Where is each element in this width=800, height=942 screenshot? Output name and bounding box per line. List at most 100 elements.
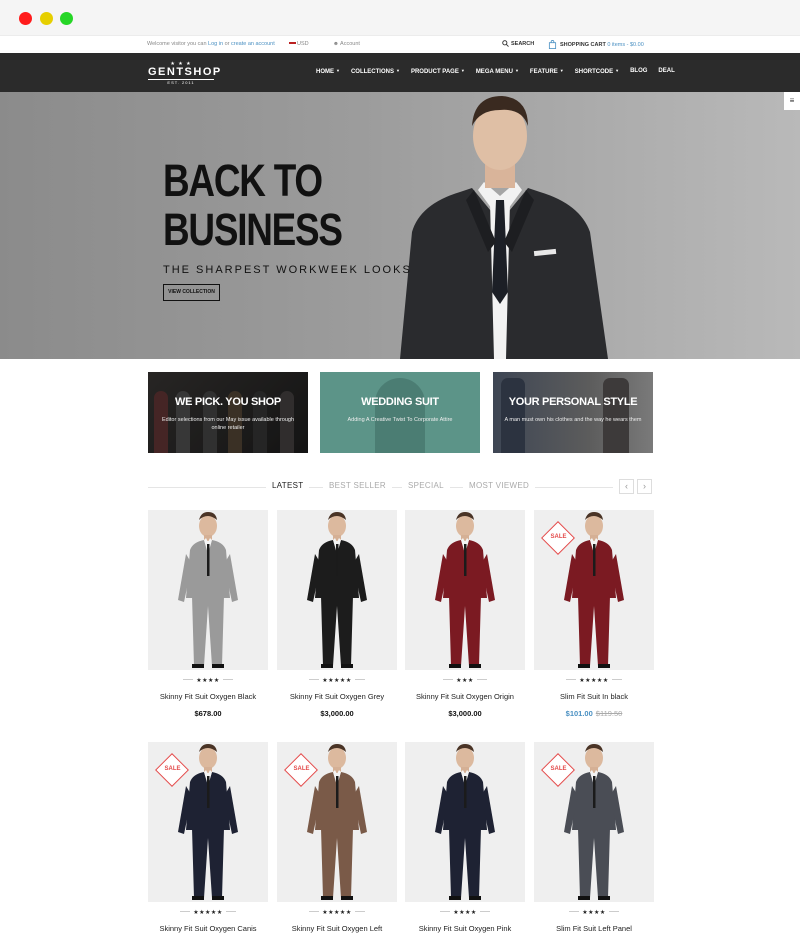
product-card[interactable]: ★★★ Skinny Fit Suit Oxygen Origin $3,000.0… bbox=[405, 510, 525, 718]
product-model-image bbox=[435, 512, 495, 668]
product-price: $678.00 bbox=[194, 709, 222, 718]
product-name[interactable]: Skinny Fit Suit Oxygen Pink bbox=[405, 924, 525, 933]
product-name[interactable]: Slim Fit Suit In black bbox=[534, 692, 654, 701]
account-label: Account bbox=[340, 41, 360, 47]
hero-title-line2: BUSINESS bbox=[163, 204, 343, 255]
product-name[interactable]: Skinny Fit Suit Oxygen Canis bbox=[148, 924, 268, 933]
nav-item-feature[interactable]: FEATURE ▼ bbox=[530, 68, 564, 75]
nav-label: BLOG bbox=[630, 68, 648, 74]
welcome-message: Welcome visitor you can Log in or create… bbox=[147, 41, 275, 47]
nav-item-collections[interactable]: COLLECTIONS ▼ bbox=[351, 68, 400, 75]
tab-most-viewed[interactable]: MOST VIEWED bbox=[463, 481, 536, 490]
star-icons: ★★★★★ bbox=[193, 910, 223, 916]
account-menu[interactable]: ☻ Account bbox=[333, 41, 360, 47]
product-name[interactable]: Slim Fit Suit Left Panel bbox=[534, 924, 654, 933]
product-price: $101.00 $119.50 bbox=[534, 709, 654, 718]
nav-menu: HOME ▼ COLLECTIONS ▼ PRODUCT PAGE ▼ MEGA ME… bbox=[316, 68, 686, 75]
currency-selector[interactable]: USD bbox=[289, 41, 309, 47]
product-card[interactable]: SALE ★★★★ Slim Fit Suit Left Panel bbox=[534, 742, 654, 933]
star-icons: ★★★★★ bbox=[322, 910, 352, 916]
nav-label: DEAL bbox=[658, 68, 675, 74]
tab-best-seller[interactable]: BEST SELLER bbox=[323, 481, 392, 490]
product-card[interactable]: ★★★★ Skinny Fit Suit Oxygen Black $678.00 bbox=[148, 510, 268, 718]
product-card[interactable]: SALE ★★★★★ Skinny Fit Suit Oxygen Canis bbox=[148, 742, 268, 933]
chevron-down-icon: ▼ bbox=[559, 68, 564, 73]
chevron-down-icon: ▼ bbox=[336, 68, 340, 73]
banner-title: YOUR PERSONAL STYLE bbox=[508, 396, 638, 408]
product-card[interactable]: SALE ★★★★★ Skinny Fit Suit Oxygen Left bbox=[277, 742, 397, 933]
tab-latest[interactable]: LATEST bbox=[266, 481, 310, 490]
cart-bag-icon bbox=[548, 40, 557, 49]
product-price: $3,000.00 bbox=[448, 709, 482, 718]
product-card[interactable]: ★★★★ Skinny Fit Suit Oxygen Pink bbox=[405, 742, 525, 933]
maximize-window-button[interactable] bbox=[60, 12, 73, 25]
create-account-link[interactable]: create an account bbox=[231, 41, 275, 47]
sale-badge-label: SALE bbox=[550, 766, 567, 772]
banner-we-pick[interactable]: WE PICK. YOU SHOP Editor selections from… bbox=[148, 372, 308, 453]
product-name[interactable]: Skinny Fit Suit Oxygen Black bbox=[148, 692, 268, 701]
banner-personal-style[interactable]: YOUR PERSONAL STYLE A man must own his c… bbox=[493, 372, 653, 453]
nav-item-deal[interactable]: DEAL bbox=[658, 68, 674, 75]
hero-subtitle: THE SHARPEST WORKWEEK LOOKS bbox=[163, 264, 412, 276]
carousel-prev-button[interactable]: ‹ bbox=[619, 479, 634, 494]
product-image[interactable] bbox=[405, 510, 525, 670]
product-card[interactable]: ★★★★★ Skinny Fit Suit Oxygen Grey $3,000.0… bbox=[277, 510, 397, 718]
nav-label: MEGA MENU bbox=[475, 69, 513, 75]
product-rating: ★★★★★ bbox=[277, 677, 397, 684]
chevron-down-icon: ▼ bbox=[514, 68, 519, 73]
rating-divider bbox=[608, 911, 619, 912]
chevron-left-icon: ‹ bbox=[625, 481, 628, 491]
gentshop-logo[interactable]: ★ ★ ★ GENTSHOP EST. 2011 bbox=[148, 61, 220, 86]
product-card[interactable]: SALE ★★★★★ Slim Fit Suit In black $101.00 $1… bbox=[534, 510, 654, 718]
product-name[interactable]: Skinny Fit Suit Oxygen Grey bbox=[277, 692, 397, 701]
star-icons: ★★★ bbox=[456, 678, 474, 684]
rating-divider bbox=[309, 911, 320, 912]
nav-label: SHORTCODE bbox=[574, 69, 614, 75]
welcome-text: Welcome visitor you can bbox=[147, 41, 207, 47]
product-image[interactable] bbox=[405, 742, 525, 902]
product-name[interactable]: Skinny Fit Suit Oxygen Origin bbox=[405, 692, 525, 701]
sale-badge-label: SALE bbox=[293, 766, 310, 772]
search-icon bbox=[502, 40, 509, 47]
chevron-down-icon: ▼ bbox=[460, 68, 465, 73]
nav-item-product-page[interactable]: PRODUCT PAGE ▼ bbox=[411, 68, 465, 75]
cart-summary: 0 items - $0.00 bbox=[607, 41, 644, 48]
login-link[interactable]: Log in bbox=[208, 41, 223, 47]
top-bar: Welcome visitor you can Log in or create… bbox=[0, 36, 800, 53]
product-price: $3,000.00 bbox=[320, 709, 354, 718]
rating-divider bbox=[440, 911, 451, 912]
nav-item-shortcode[interactable]: SHORTCODE ▼ bbox=[575, 68, 619, 75]
banner-title: WE PICK. YOU SHOP bbox=[175, 396, 281, 408]
tab-special[interactable]: SPECIAL bbox=[402, 481, 450, 490]
hero-title-line1: BACK TO bbox=[163, 155, 323, 206]
product-rating: ★★★★★ bbox=[148, 909, 268, 916]
star-icons: ★★★★★ bbox=[322, 678, 352, 684]
product-model-image bbox=[435, 744, 495, 900]
product-image[interactable] bbox=[277, 510, 397, 670]
nav-item-mega-menu[interactable]: MEGA MENU ▼ bbox=[476, 68, 519, 75]
nav-item-home[interactable]: HOME ▼ bbox=[316, 68, 340, 75]
minimize-window-button[interactable] bbox=[40, 12, 53, 25]
carousel-next-button[interactable]: › bbox=[637, 479, 652, 494]
banner-wedding-suit[interactable]: WEDDING SUIT Adding A Creative Twist To … bbox=[320, 372, 480, 453]
product-image[interactable] bbox=[148, 510, 268, 670]
product-image[interactable]: SALE bbox=[534, 742, 654, 902]
search-button[interactable]: SEARCH bbox=[502, 40, 534, 47]
chevron-right-icon: › bbox=[643, 481, 646, 491]
browser-chrome bbox=[0, 0, 800, 36]
sale-price: $101.00 bbox=[565, 709, 593, 718]
nav-item-blog[interactable]: BLOG bbox=[630, 68, 647, 75]
view-collection-button[interactable]: VIEW COLLECTION bbox=[163, 284, 220, 301]
product-name[interactable]: Skinny Fit Suit Oxygen Left bbox=[277, 924, 397, 933]
close-window-button[interactable] bbox=[19, 12, 32, 25]
star-icons: ★★★★★ bbox=[579, 678, 609, 684]
product-image[interactable]: SALE bbox=[148, 742, 268, 902]
banner-description: A man must own his clothes and the way h… bbox=[504, 417, 642, 423]
shopping-cart[interactable]: SHOPPING CART 0 items - $0.00 bbox=[548, 40, 644, 49]
rating-divider bbox=[222, 679, 233, 680]
product-image[interactable]: SALE bbox=[277, 742, 397, 902]
rating-divider bbox=[569, 911, 580, 912]
settings-panel-toggle-icon[interactable]: ≡ bbox=[784, 92, 800, 110]
product-image[interactable]: SALE bbox=[534, 510, 654, 670]
product-rating: ★★★★★ bbox=[277, 909, 397, 916]
